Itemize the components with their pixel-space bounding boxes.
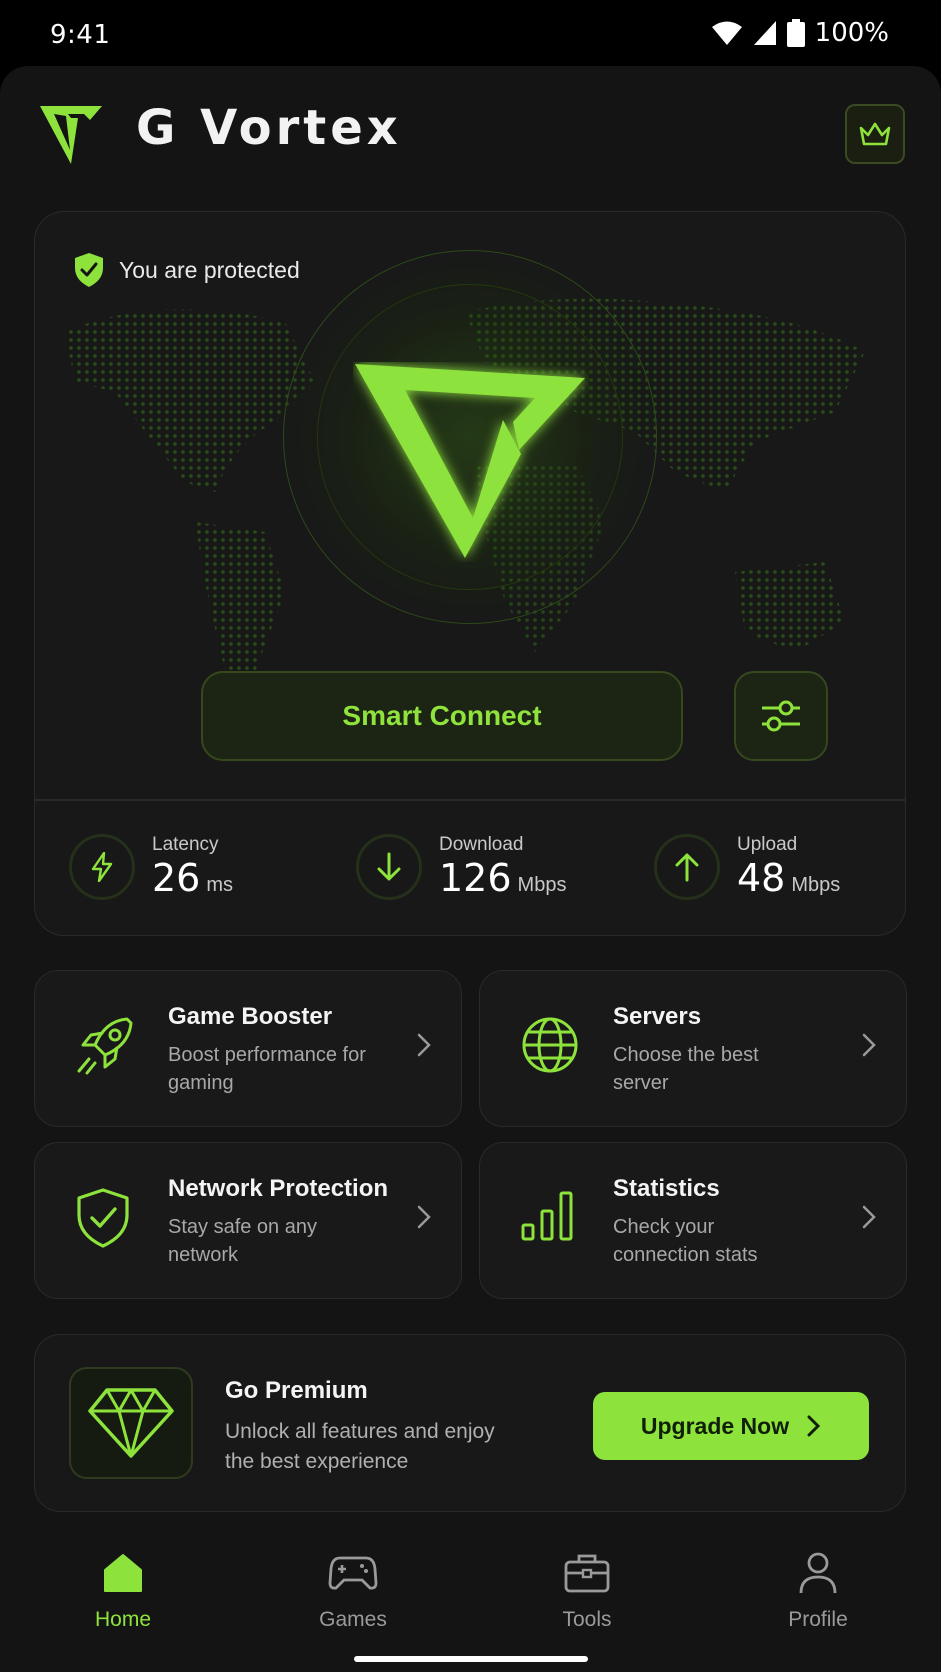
premium-card: Go Premium Unlock all features and enjoy…: [34, 1334, 906, 1512]
nav-label: Home: [94, 1608, 152, 1631]
stat-value: 26: [152, 856, 201, 900]
download-ring: [356, 834, 422, 900]
chevron-right-icon: [417, 1205, 431, 1229]
shield-check-icon: [77, 1188, 129, 1248]
nav-label: Games: [319, 1608, 387, 1631]
smart-connect-button[interactable]: Smart Connect: [201, 671, 683, 761]
crown-icon: [859, 122, 891, 146]
upload-ring: [654, 834, 720, 900]
card-title: Servers: [613, 1003, 702, 1030]
person-icon: [799, 1552, 837, 1594]
card-subtitle: Stay safe on any network: [168, 1216, 317, 1266]
nav-games[interactable]: Games: [278, 1548, 428, 1632]
shield-check-icon: [75, 253, 103, 287]
stat-label: Upload: [737, 834, 798, 855]
home-indicator[interactable]: [354, 1656, 588, 1662]
status-icons: 100%: [711, 18, 889, 48]
bolt-icon: [91, 852, 113, 882]
wifi-icon: [711, 21, 742, 45]
sliders-icon: [762, 700, 800, 732]
statistics-card[interactable]: Statistics Check your connection stats: [479, 1142, 907, 1299]
stat-value: 48: [737, 856, 786, 900]
card-title: Statistics: [613, 1175, 720, 1202]
nav-profile[interactable]: Profile: [743, 1548, 893, 1632]
nav-home[interactable]: Home: [48, 1548, 198, 1632]
stat-upload: Upload 48 Mbps: [654, 834, 840, 900]
vortex-logo-icon[interactable]: [353, 362, 589, 562]
card-subtitle: Boost performance for gaming: [168, 1044, 366, 1094]
status-bar: 9:41 100%: [0, 0, 941, 70]
stat-unit: Mbps: [791, 874, 841, 896]
chevron-right-icon: [862, 1033, 876, 1057]
chevron-right-icon: [807, 1415, 821, 1437]
stat-unit: ms: [206, 874, 234, 896]
rocket-icon: [77, 1017, 133, 1075]
globe-icon: [522, 1017, 578, 1073]
diamond-badge: [69, 1367, 193, 1479]
divider: [35, 799, 905, 801]
nav-tools[interactable]: Tools: [512, 1548, 662, 1632]
battery-percent: 100%: [814, 18, 889, 48]
card-subtitle: Check your connection stats: [613, 1216, 758, 1266]
servers-card[interactable]: Servers Choose the best server: [479, 970, 907, 1127]
diamond-icon: [88, 1388, 174, 1458]
stat-value: 126: [439, 856, 512, 900]
status-time: 9:41: [50, 20, 111, 50]
premium-title: Go Premium: [225, 1377, 368, 1404]
stat-label: Download: [439, 834, 524, 855]
protection-status: You are protected: [73, 252, 300, 288]
premium-subtitle: Unlock all features and enjoy the best e…: [225, 1420, 495, 1473]
latency-ring: [69, 834, 135, 900]
upgrade-button-label: Upgrade Now: [640, 1412, 790, 1439]
connection-card: You are protected Smart Connect Latency …: [34, 211, 906, 936]
connection-settings-button[interactable]: [734, 671, 828, 761]
nav-label: Tools: [562, 1608, 612, 1631]
app-title: G Vortex: [136, 100, 402, 156]
arrow-up-icon: [675, 853, 699, 882]
nav-label: Profile: [788, 1608, 848, 1631]
stat-unit: Mbps: [517, 874, 567, 896]
upgrade-now-button[interactable]: Upgrade Now: [593, 1392, 869, 1460]
arrow-down-icon: [377, 852, 401, 881]
bar-chart-icon: [521, 1191, 573, 1241]
protection-status-text: You are protected: [119, 256, 300, 283]
briefcase-icon: [564, 1554, 610, 1593]
card-title: Network Protection: [168, 1175, 389, 1202]
chevron-right-icon: [417, 1033, 431, 1057]
gamepad-icon: [328, 1556, 378, 1590]
network-protection-card[interactable]: Network Protection Stay safe on any netw…: [34, 1142, 462, 1299]
stat-latency: Latency 26 ms: [69, 834, 233, 900]
battery-icon: [786, 19, 805, 47]
bottom-nav: Home Games Tools Profile: [0, 1540, 941, 1672]
premium-crown-button[interactable]: [845, 104, 905, 164]
stat-download: Download 126 Mbps: [356, 834, 566, 900]
card-title: Game Booster: [168, 1003, 333, 1030]
app-logo-icon: [40, 106, 102, 164]
card-subtitle: Choose the best server: [613, 1044, 759, 1094]
chevron-right-icon: [862, 1205, 876, 1229]
game-booster-card[interactable]: Game Booster Boost performance for gamin…: [34, 970, 462, 1127]
home-icon: [104, 1554, 142, 1592]
signal-icon: [753, 21, 776, 45]
stat-label: Latency: [152, 834, 219, 855]
